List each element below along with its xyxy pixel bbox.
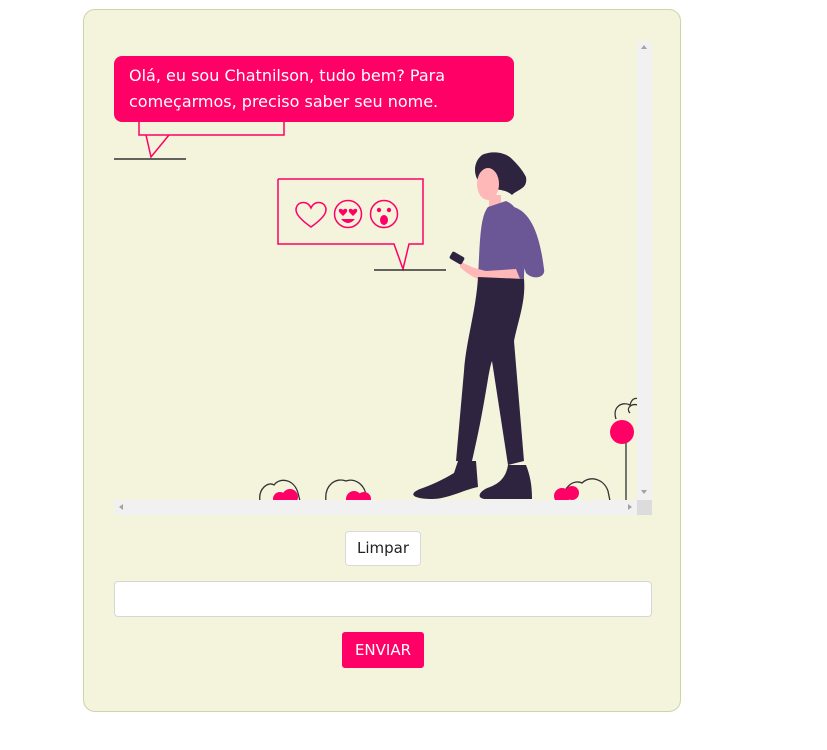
- send-button[interactable]: ENVIAR: [342, 632, 424, 668]
- surprised-emoji-icon: [369, 199, 399, 229]
- scroll-down-arrow-icon[interactable]: [641, 490, 647, 494]
- scrollbar-corner: [637, 500, 652, 515]
- woman-figure: [413, 152, 545, 499]
- scroll-left-arrow-icon[interactable]: [119, 504, 123, 510]
- reaction-speech-bubble: [277, 178, 446, 272]
- horizontal-scrollbar[interactable]: [114, 500, 637, 515]
- scroll-right-arrow-icon[interactable]: [628, 504, 632, 510]
- bot-message: Olá, eu sou Chatnilson, tudo bem? Para c…: [114, 56, 514, 122]
- scroll-up-arrow-icon[interactable]: [641, 45, 647, 49]
- heart-eyes-emoji-icon: [333, 199, 363, 229]
- clear-button[interactable]: Limpar: [345, 531, 421, 566]
- vertical-scrollbar-thumb[interactable]: [639, 53, 650, 488]
- message-input[interactable]: [114, 581, 652, 617]
- vertical-scrollbar[interactable]: [637, 41, 652, 500]
- heart-icon: [295, 201, 327, 228]
